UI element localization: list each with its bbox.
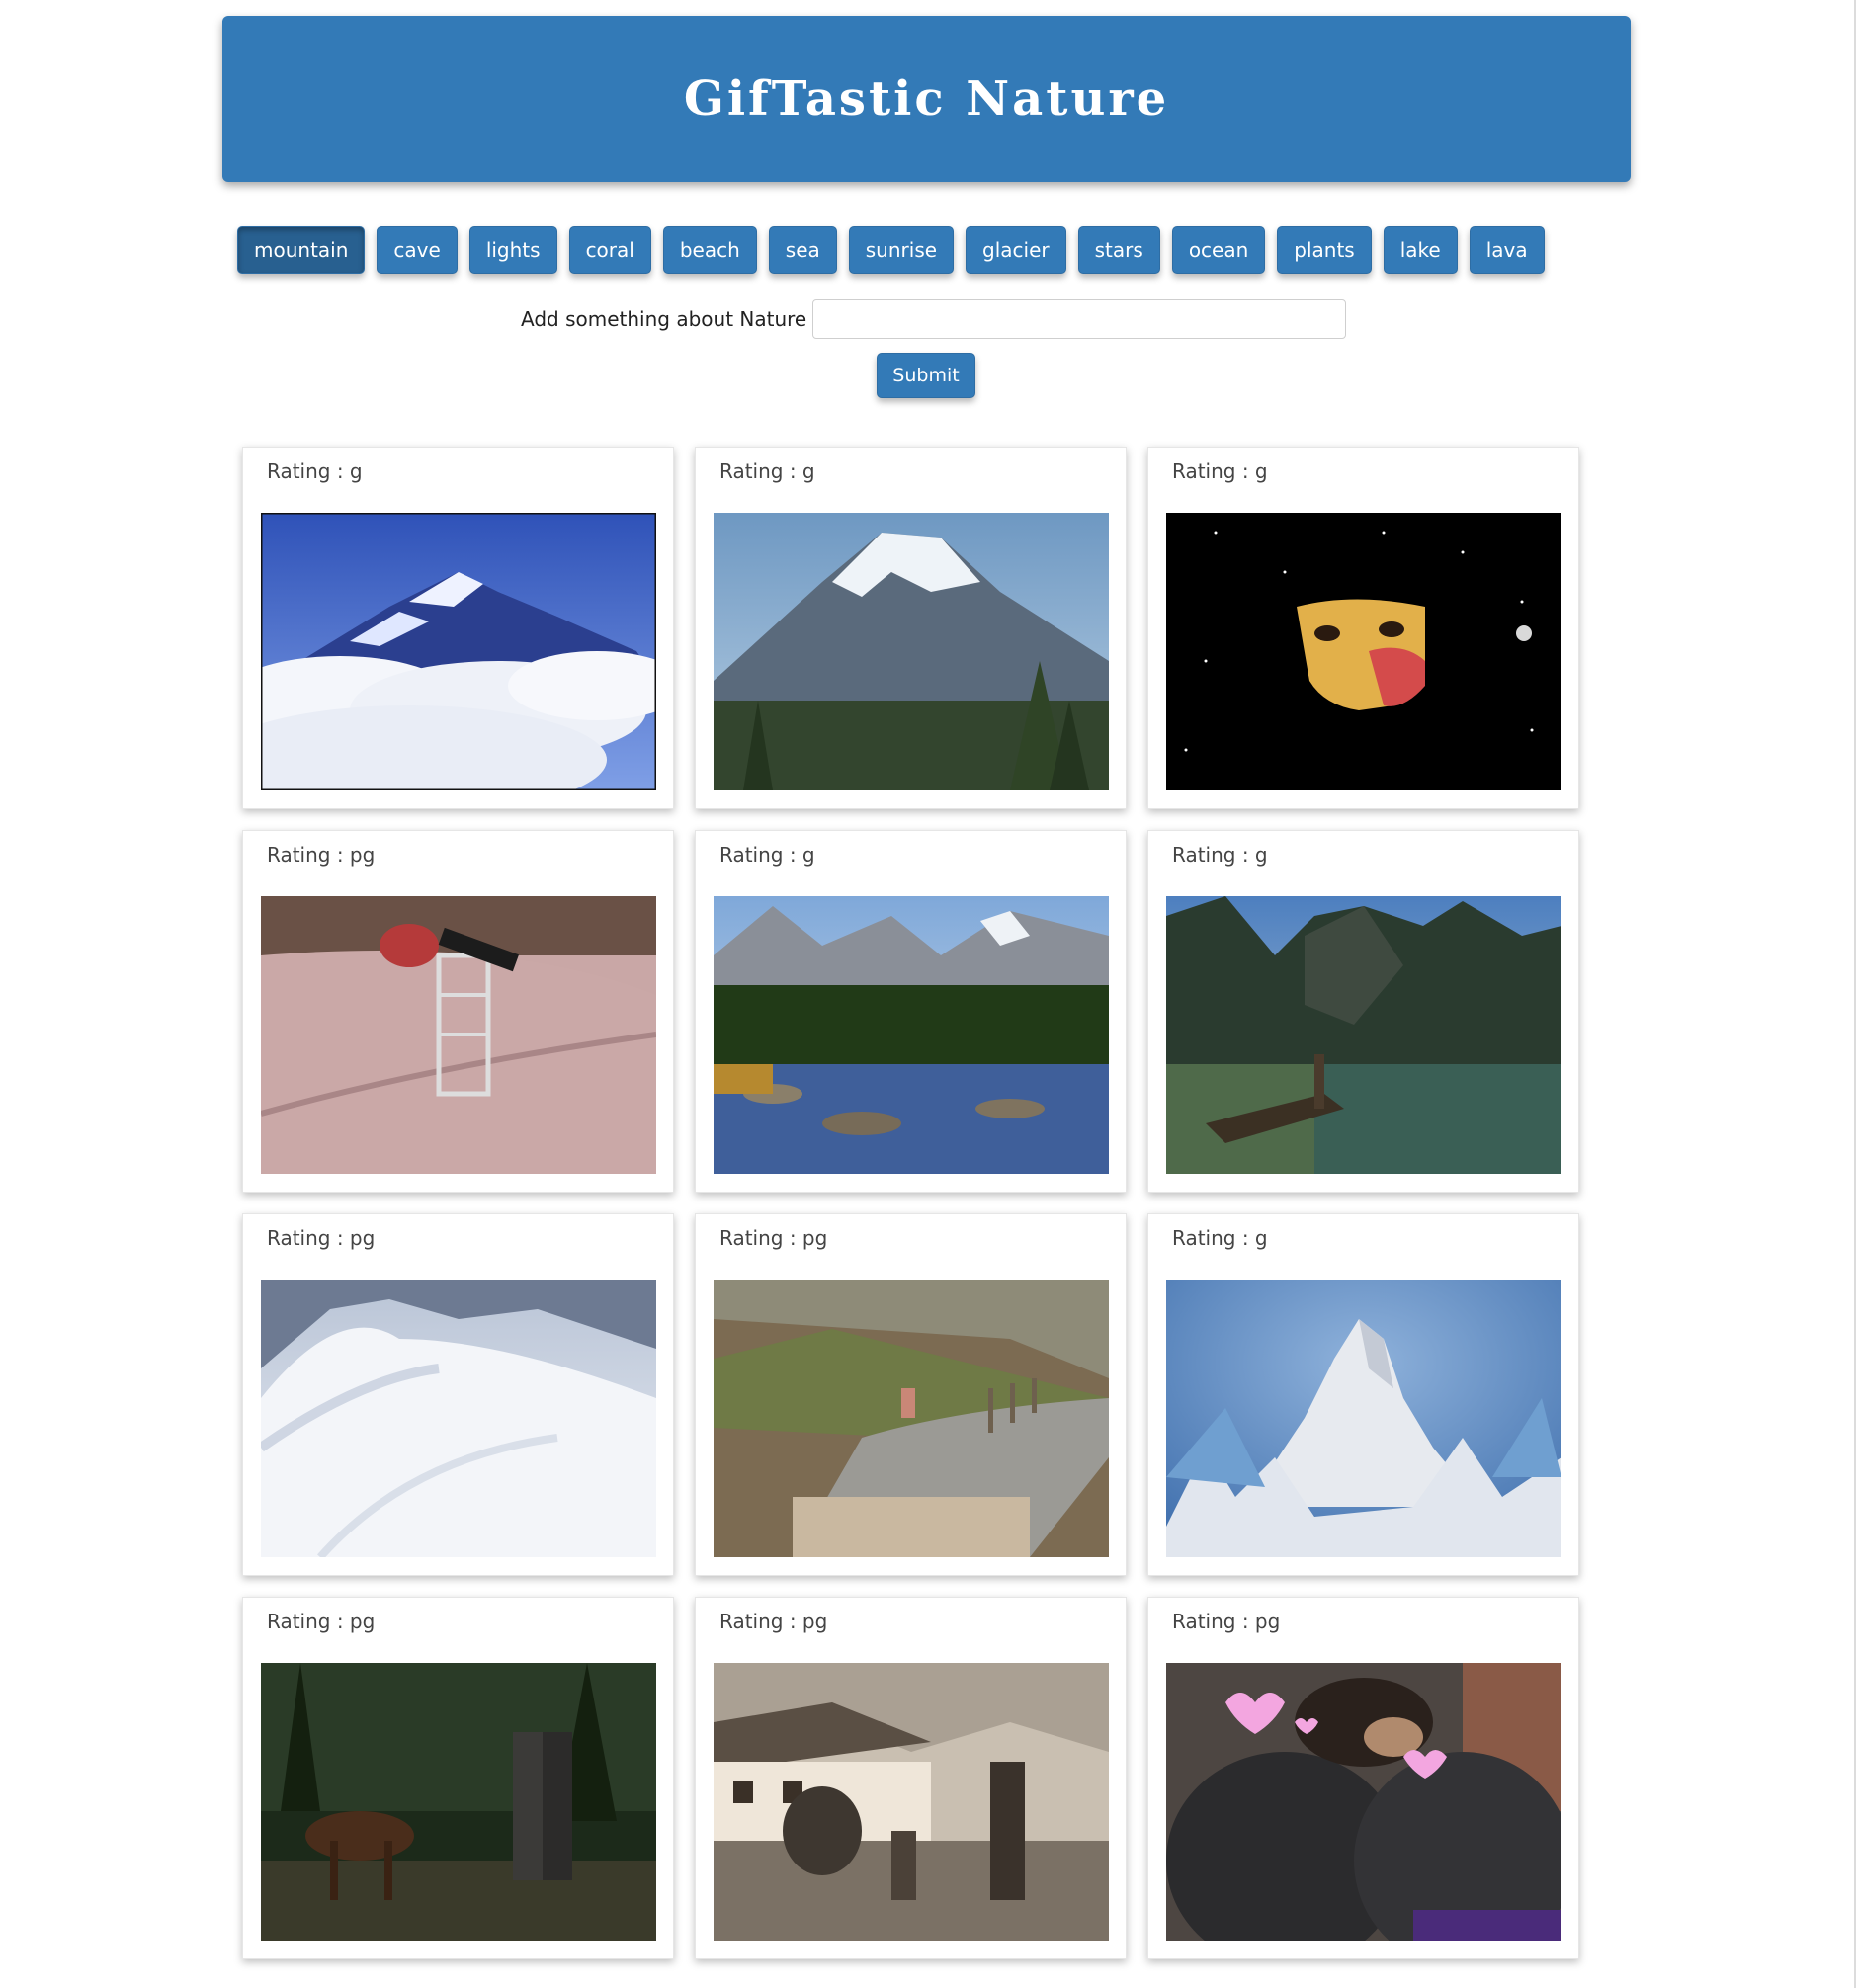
gif-rating: Rating : pg: [267, 843, 376, 867]
gif-rating: Rating : g: [719, 843, 815, 867]
gif-card: Rating : g: [1147, 447, 1579, 809]
gif-rating: Rating : pg: [719, 1610, 828, 1633]
gif-image-sepia-village[interactable]: [714, 1663, 1109, 1941]
gif-card: Rating : g: [695, 447, 1127, 809]
topic-button-cave[interactable]: cave: [377, 226, 458, 274]
gif-image-snow-ridge[interactable]: [261, 1280, 656, 1557]
topic-button-lights[interactable]: lights: [468, 226, 557, 274]
topic-button-glacier[interactable]: glacier: [966, 226, 1066, 274]
gif-rating: Rating : g: [1172, 459, 1268, 483]
page-header: GifTastic Nature: [222, 16, 1631, 182]
gif-image-snow-volcano[interactable]: [714, 513, 1109, 790]
topic-button-bar: mountain cave lights coral beach sea sunrise gl…: [237, 226, 1621, 274]
gif-image-face-in-space[interactable]: [1166, 513, 1561, 790]
gif-card: Rating : pg: [1147, 1597, 1579, 1959]
gif-image-dog-hug-hearts[interactable]: [1166, 1663, 1561, 1941]
topic-button-beach[interactable]: beach: [662, 226, 757, 274]
page-title: GifTastic Nature: [683, 71, 1170, 126]
topic-button-mountain[interactable]: mountain: [237, 226, 366, 274]
gif-rating: Rating : g: [1172, 1226, 1268, 1250]
gif-rating: Rating : pg: [1172, 1610, 1281, 1633]
gif-image-river-valley[interactable]: [714, 896, 1109, 1174]
topic-button-lake[interactable]: lake: [1383, 226, 1458, 274]
add-topic-label: Add something about Nature: [521, 307, 807, 331]
gif-rating: Rating : pg: [719, 1226, 828, 1250]
topic-button-ocean[interactable]: ocean: [1171, 226, 1266, 274]
gif-card: Rating : g: [242, 447, 674, 809]
submit-button[interactable]: Submit: [877, 353, 975, 398]
gif-card: Rating : g: [1147, 830, 1579, 1193]
gif-image-trail-walk[interactable]: [714, 1280, 1109, 1557]
topic-button-plants[interactable]: plants: [1277, 226, 1372, 274]
gif-card: Rating : pg: [242, 1213, 674, 1576]
gif-image-alpine-lake[interactable]: [1166, 896, 1561, 1174]
gif-rating: Rating : pg: [267, 1610, 376, 1633]
topic-button-sea[interactable]: sea: [768, 226, 837, 274]
gif-image-forest-couple[interactable]: [261, 1663, 656, 1941]
topic-button-stars[interactable]: stars: [1077, 226, 1160, 274]
gif-card: Rating : pg: [242, 1597, 674, 1959]
gif-rating: Rating : g: [1172, 843, 1268, 867]
gif-rating: Rating : g: [267, 459, 363, 483]
add-topic-form: Add something about Nature: [521, 298, 1347, 340]
gif-card: Rating : pg: [695, 1213, 1127, 1576]
add-topic-input[interactable]: [812, 299, 1347, 339]
topic-button-coral[interactable]: coral: [568, 226, 651, 274]
topic-button-sunrise[interactable]: sunrise: [848, 226, 955, 274]
gif-image-everest-clouds[interactable]: [261, 513, 656, 790]
gif-image-ice-peak[interactable]: [1166, 1280, 1561, 1557]
topic-button-lava[interactable]: lava: [1469, 226, 1545, 274]
gif-card: Rating : pg: [695, 1597, 1127, 1959]
gif-image-skate-pool[interactable]: [261, 896, 656, 1174]
gif-rating: Rating : pg: [267, 1226, 376, 1250]
gif-rating: Rating : g: [719, 459, 815, 483]
gif-card: Rating : g: [1147, 1213, 1579, 1576]
gif-card: Rating : g: [695, 830, 1127, 1193]
gif-grid: Rating : g Rating : g Rating : g Rating …: [242, 447, 1579, 1959]
gif-card: Rating : pg: [242, 830, 674, 1193]
